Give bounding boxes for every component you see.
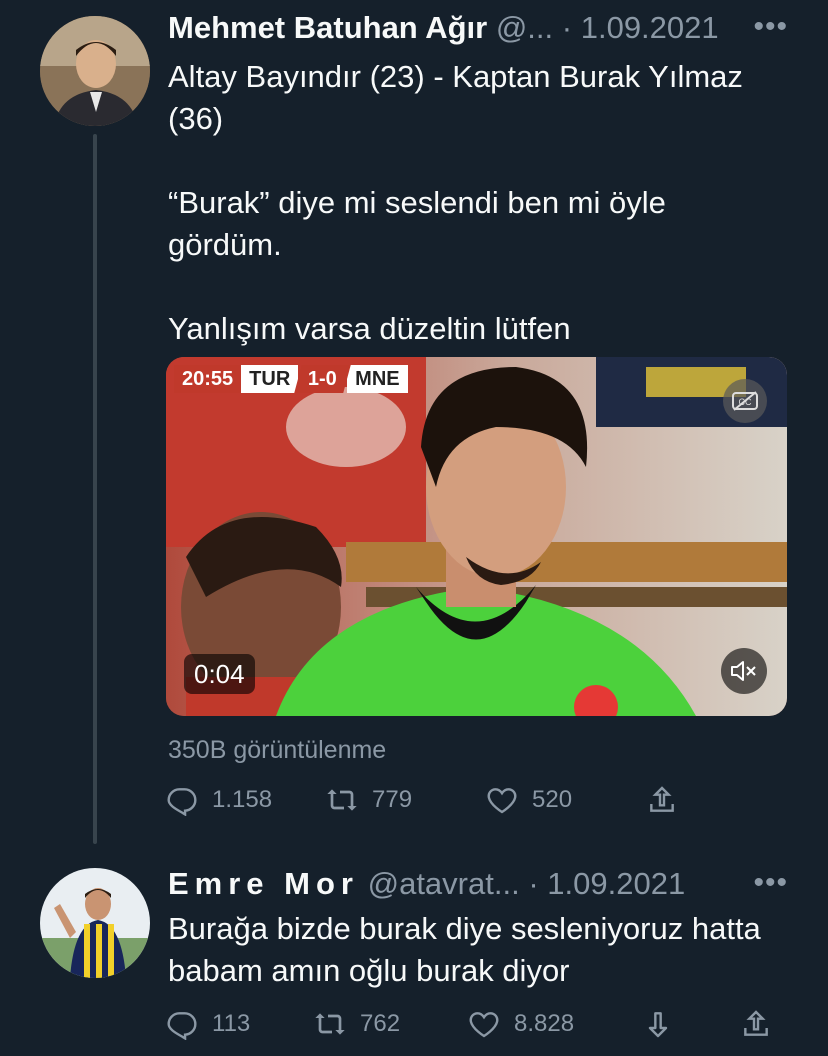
like-count: 520 (532, 786, 573, 813)
video-frame (166, 357, 787, 716)
like-count: 8.828 (514, 1010, 575, 1037)
like-button[interactable]: 520 (486, 784, 572, 816)
share-icon (650, 786, 674, 812)
retweet-icon (327, 789, 357, 811)
reply-icon (167, 1012, 197, 1040)
downvote-button[interactable] (642, 1008, 688, 1040)
separator: · (528, 866, 539, 901)
cc-icon: CC (732, 391, 758, 411)
separator: · (561, 10, 573, 45)
view-count: 350B görüntülenme (168, 736, 387, 764)
retweet-button[interactable]: 762 (314, 1008, 400, 1040)
home-team: TUR (241, 365, 299, 393)
reply-count: 113 (212, 1010, 251, 1037)
tweet-text: Burağa bizde burak diye sesleniyoruz hat… (168, 911, 770, 988)
avatar[interactable] (40, 868, 150, 978)
retweet-count: 779 (372, 786, 413, 813)
match-score: 1-0 (308, 367, 338, 390)
reply-button[interactable]: 1.158 (166, 784, 272, 816)
author-name[interactable]: Emre Mor (168, 866, 359, 901)
retweet-icon (315, 1013, 345, 1035)
video-player[interactable]: 20:55 TUR 1-0 MNE CC 0:04 (166, 357, 787, 716)
action-bar: 1.158 779 520 (166, 784, 726, 824)
retweet-button[interactable]: 779 (326, 784, 412, 816)
tweet[interactable]: Mehmet Batuhan Ağır @... · 1.09.2021 •••… (0, 0, 828, 850)
tweet-header: Emre Mor @atavrat... · 1.09.2021 (168, 866, 685, 906)
match-clock: 20:55 (174, 365, 242, 393)
retweet-count: 762 (360, 1010, 401, 1037)
like-icon (487, 788, 517, 814)
action-bar: 113 762 8.828 (166, 1008, 786, 1048)
share-button[interactable] (740, 1008, 786, 1040)
downvote-icon (648, 1012, 668, 1038)
author-handle[interactable]: @atavrat... (368, 866, 520, 901)
tweet-date[interactable]: 1.09.2021 (547, 866, 685, 901)
tweet-header: Mehmet Batuhan Ağır @... · 1.09.2021 (168, 10, 719, 50)
author-name[interactable]: Mehmet Batuhan Ağır (168, 10, 487, 45)
like-icon (469, 1012, 499, 1038)
reply-icon (167, 788, 197, 816)
reply-count: 1.158 (212, 786, 273, 813)
avatar[interactable] (40, 16, 150, 126)
share-button[interactable] (646, 784, 692, 816)
thread-line (93, 134, 97, 844)
mute-button[interactable] (721, 648, 767, 694)
reply-button[interactable]: 113 (166, 1008, 250, 1040)
mute-icon (731, 661, 756, 681)
away-team: MNE (347, 365, 408, 393)
share-icon (744, 1010, 768, 1036)
author-handle[interactable]: @... (496, 10, 553, 45)
scoreboard: 20:55 TUR 1-0 MNE (174, 365, 408, 393)
more-options-button[interactable]: ••• (753, 866, 788, 900)
tweet-text: Altay Bayındır (23) - Kaptan Burak Yılma… (168, 59, 743, 346)
video-duration: 0:04 (184, 654, 255, 694)
like-button[interactable]: 8.828 (468, 1008, 574, 1040)
tweet-date[interactable]: 1.09.2021 (581, 10, 719, 45)
tweet[interactable]: Emre Mor @atavrat... · 1.09.2021 ••• Bur… (0, 850, 828, 1056)
more-options-button[interactable]: ••• (753, 10, 788, 44)
cc-button[interactable]: CC (723, 379, 767, 423)
